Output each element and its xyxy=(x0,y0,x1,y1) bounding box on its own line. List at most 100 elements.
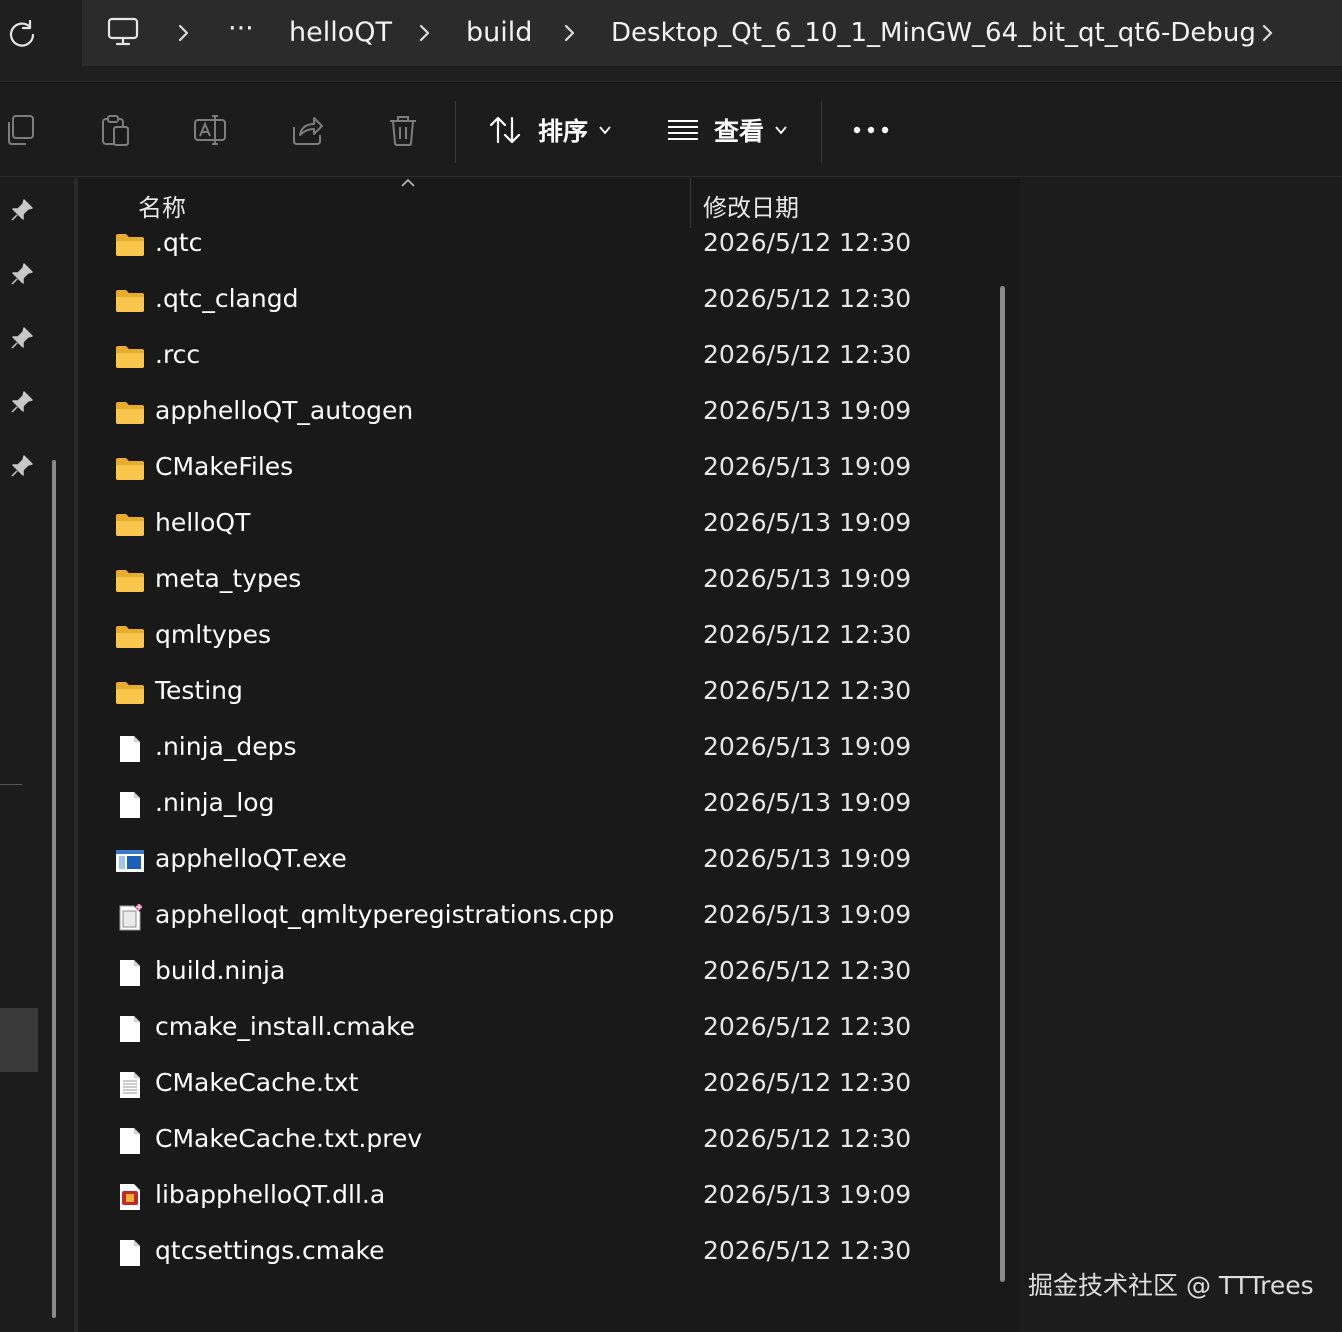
paste-icon[interactable] xyxy=(98,113,132,147)
file-modified-date: 2026/5/12 12:30 xyxy=(703,1124,912,1153)
table-row[interactable]: helloQT 2026/5/13 19:09 xyxy=(78,498,998,554)
view-list-icon xyxy=(668,120,698,140)
table-row[interactable]: qmltypes 2026/5/12 12:30 xyxy=(78,610,998,666)
share-icon[interactable] xyxy=(290,113,324,147)
nav-selected-item[interactable] xyxy=(0,1008,38,1072)
column-header-name[interactable]: 名称 xyxy=(138,188,186,223)
file-modified-date: 2026/5/13 19:09 xyxy=(703,1180,912,1209)
sort-arrows-icon xyxy=(489,116,521,144)
table-row[interactable]: .ninja_log 2026/5/13 19:09 xyxy=(78,778,998,834)
chevron-down-icon xyxy=(775,126,787,135)
table-row[interactable]: CMakeCache.txt.prev 2026/5/12 12:30 xyxy=(78,1114,998,1170)
file-modified-date: 2026/5/12 12:30 xyxy=(703,676,912,705)
table-row[interactable]: .ninja_deps 2026/5/13 19:09 xyxy=(78,722,998,778)
chevron-down-icon xyxy=(599,126,611,135)
file-list-scrollbar[interactable] xyxy=(1000,286,1005,1282)
table-row[interactable]: .qtc_clangd 2026/5/12 12:30 xyxy=(78,274,998,330)
command-bar: 排序 查看 xyxy=(0,83,1342,177)
file-name: meta_types xyxy=(155,564,302,593)
table-row[interactable]: libapphelloQT.dll.a 2026/5/13 19:09 xyxy=(78,1170,998,1226)
copy-icon[interactable] xyxy=(4,113,38,147)
sort-ascending-icon xyxy=(401,178,415,187)
pin-icon[interactable] xyxy=(10,454,34,478)
column-header: 名称 修改日期 xyxy=(78,178,1020,230)
sort-button[interactable]: 排序 xyxy=(488,105,612,155)
column-header-date[interactable]: 修改日期 xyxy=(703,188,799,223)
breadcrumb-overflow[interactable]: ··· xyxy=(228,10,254,48)
file-name: .rcc xyxy=(155,340,201,369)
file-name: .qtc xyxy=(155,228,203,257)
folder-icon xyxy=(115,567,145,595)
table-row[interactable]: .rcc 2026/5/12 12:30 xyxy=(78,330,998,386)
folder-icon xyxy=(115,455,145,483)
file-modified-date: 2026/5/12 12:30 xyxy=(703,228,912,257)
rename-icon[interactable] xyxy=(193,113,227,147)
file-modified-date: 2026/5/13 19:09 xyxy=(703,452,912,481)
table-row[interactable]: qtcsettings.cmake 2026/5/12 12:30 xyxy=(78,1226,998,1282)
file-modified-date: 2026/5/12 12:30 xyxy=(703,340,912,369)
text-file-icon xyxy=(115,1071,145,1099)
file-name: apphelloqt_qmltyperegistrations.cpp xyxy=(155,900,615,929)
file-name: qtcsettings.cmake xyxy=(155,1236,385,1265)
breadcrumb-item-helloqt[interactable]: helloQT xyxy=(289,14,392,52)
file-modified-date: 2026/5/12 12:30 xyxy=(703,956,912,985)
pin-icon[interactable] xyxy=(10,262,34,286)
file-icon xyxy=(115,791,145,819)
folder-icon xyxy=(115,343,145,371)
table-row[interactable]: apphelloQT_autogen 2026/5/13 19:09 xyxy=(78,386,998,442)
refresh-icon[interactable] xyxy=(6,18,38,50)
chevron-right-icon[interactable] xyxy=(415,20,435,46)
file-name: apphelloQT_autogen xyxy=(155,396,414,425)
file-name: qmltypes xyxy=(155,620,272,649)
computer-icon[interactable] xyxy=(106,16,140,48)
file-modified-date: 2026/5/12 12:30 xyxy=(703,1068,912,1097)
table-row[interactable]: build.ninja 2026/5/12 12:30 xyxy=(78,946,998,1002)
file-icon xyxy=(115,1015,145,1043)
cpp-file-icon xyxy=(115,903,145,931)
chevron-right-icon[interactable] xyxy=(560,20,580,46)
toolbar-divider xyxy=(455,101,456,163)
file-icon xyxy=(115,735,145,763)
table-row[interactable]: CMakeFiles 2026/5/13 19:09 xyxy=(78,442,998,498)
chevron-right-icon[interactable] xyxy=(174,20,194,46)
sort-label: 排序 xyxy=(538,117,589,146)
table-row[interactable]: meta_types 2026/5/13 19:09 xyxy=(78,554,998,610)
table-row[interactable]: apphelloqt_qmltyperegistrations.cpp 2026/… xyxy=(78,890,998,946)
breadcrumb-item-build[interactable]: build xyxy=(466,14,532,52)
table-row[interactable]: CMakeCache.txt 2026/5/12 12:30 xyxy=(78,1058,998,1114)
breadcrumb[interactable]: ··· helloQT build Desktop_Qt_6_10_1_MinG… xyxy=(82,0,1342,66)
file-name: cmake_install.cmake xyxy=(155,1012,416,1041)
pin-icon[interactable] xyxy=(10,198,34,222)
exe-icon xyxy=(115,847,145,875)
pin-icon[interactable] xyxy=(10,326,34,350)
folder-icon xyxy=(115,231,145,259)
file-name: .qtc_clangd xyxy=(155,284,299,313)
more-options-icon[interactable] xyxy=(852,123,892,137)
table-row[interactable]: Testing 2026/5/12 12:30 xyxy=(78,666,998,722)
pin-icon[interactable] xyxy=(10,390,34,414)
chevron-right-icon[interactable] xyxy=(1258,20,1278,46)
file-icon xyxy=(115,1127,145,1155)
table-row[interactable]: cmake_install.cmake 2026/5/12 12:30 xyxy=(78,1002,998,1058)
file-name: .ninja_log xyxy=(155,788,275,817)
folder-icon xyxy=(115,287,145,315)
address-bar-strip: ··· helloQT build Desktop_Qt_6_10_1_MinG… xyxy=(0,0,1342,82)
watermark: 掘金技术社区 @ TTTrees xyxy=(1028,1271,1314,1300)
file-icon xyxy=(115,959,145,987)
folder-icon xyxy=(115,679,145,707)
nav-scrollbar[interactable] xyxy=(52,460,56,1318)
delete-icon[interactable] xyxy=(386,113,420,147)
file-modified-date: 2026/5/13 19:09 xyxy=(703,844,912,873)
file-modified-date: 2026/5/13 19:09 xyxy=(703,788,912,817)
file-name: helloQT xyxy=(155,508,251,537)
file-modified-date: 2026/5/12 12:30 xyxy=(703,284,912,313)
file-modified-date: 2026/5/13 19:09 xyxy=(703,732,912,761)
column-separator[interactable] xyxy=(690,178,691,228)
table-row[interactable]: apphelloQT.exe 2026/5/13 19:09 xyxy=(78,834,998,890)
file-name: apphelloQT.exe xyxy=(155,844,347,873)
file-name: .ninja_deps xyxy=(155,732,297,761)
file-modified-date: 2026/5/13 19:09 xyxy=(703,396,912,425)
breadcrumb-item-debug-folder[interactable]: Desktop_Qt_6_10_1_MinGW_64_bit_qt_qt6-De… xyxy=(611,14,1256,52)
view-button[interactable]: 查看 xyxy=(666,105,788,155)
folder-icon xyxy=(115,511,145,539)
